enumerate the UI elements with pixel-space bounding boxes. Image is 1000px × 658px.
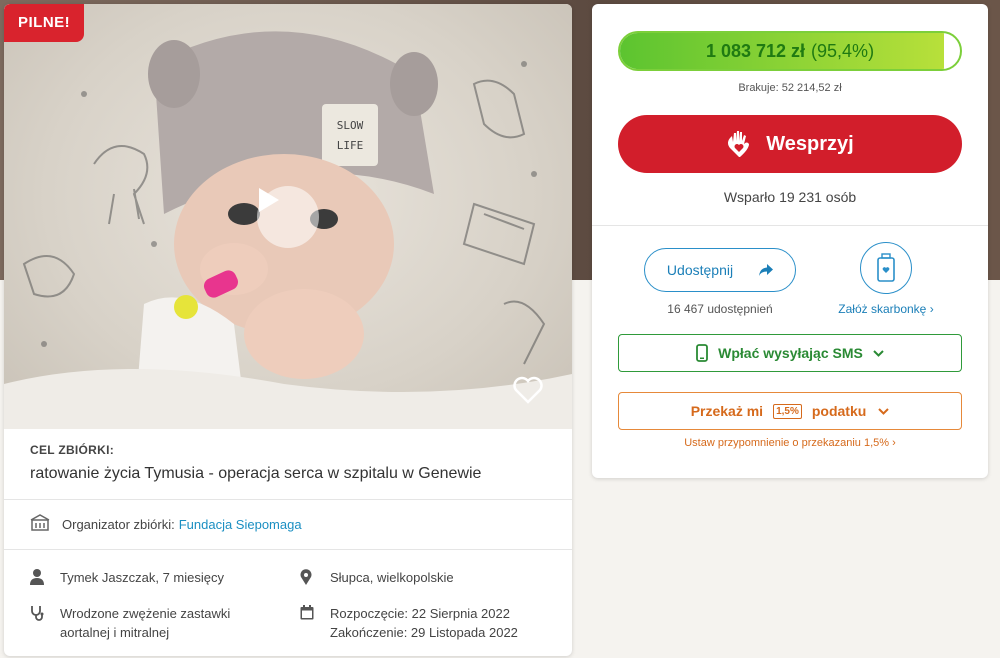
share-button[interactable]: Udostępnij xyxy=(644,248,796,292)
chevron-right-icon: › xyxy=(892,437,896,449)
diagnosis-line-1: Wrodzone zwężenie zastawki xyxy=(60,606,231,621)
raised-amount: 1 083 712 zł xyxy=(705,40,806,61)
urgent-badge: PILNE! xyxy=(4,4,85,42)
stethoscope-icon xyxy=(30,605,48,626)
organizer-label: Organizator zbiórki: xyxy=(62,517,175,532)
supporters-count: Wsparło 19 231 osób xyxy=(723,189,857,205)
sms-label: Wpłać wysyłając SMS xyxy=(718,345,863,361)
tax-reminder-link[interactable]: Ustaw przypomnienie o przekazaniu 1,5% › xyxy=(592,437,988,449)
campaign-goal: CEL ZBIÓRKI: ratowanie życia Tymusia - o… xyxy=(4,429,572,500)
calendar-icon xyxy=(300,605,318,625)
campaign-card: SLOW LIFE PILNE! CEL ZBIÓRKI: ratowanie … xyxy=(4,4,572,656)
campaign-details: Tymek Jaszczak, 7 miesięcy Słupca, wielk… xyxy=(4,550,572,642)
phone-icon xyxy=(696,344,709,362)
campaign-photo[interactable]: SLOW LIFE PILNE! xyxy=(4,4,572,429)
diagnosis-line-2: aortalnej i mitralnej xyxy=(60,625,170,640)
detail-dates: Rozpoczęcie: 22 Sierpnia 2022 Zakończeni… xyxy=(300,604,570,642)
organizer-link[interactable]: Fundacja Siepomaga xyxy=(179,517,302,532)
start-date: Rozpoczęcie: 22 Sierpnia 2022 xyxy=(330,606,510,621)
create-piggy-bank-link[interactable]: Załóż skarbonkę › xyxy=(830,302,942,316)
chevron-down-icon xyxy=(873,349,884,357)
heart-icon xyxy=(513,376,543,404)
sms-donate-button[interactable]: Wpłać wysyłając SMS xyxy=(618,334,962,372)
goal-text: ratowanie życia Tymusia - operacja serca… xyxy=(30,465,482,482)
raised-percent: (95,4%) xyxy=(811,40,875,61)
piggy-bank-icon xyxy=(877,253,895,282)
progress-text: 1 083 712 zł (95,4%) xyxy=(620,33,960,69)
tax-percent-badge: 1,5% xyxy=(773,403,802,419)
donation-panel: 1 083 712 zł (95,4%) Brakuje: 52 214,52 … xyxy=(592,4,988,478)
piggy-bank-button[interactable] xyxy=(860,242,912,294)
person-text: Tymek Jaszczak, 7 miesięcy xyxy=(60,570,224,585)
organizer-row: Organizator zbiórki: Fundacja Siepomaga xyxy=(4,500,572,550)
share-label: Udostępnij xyxy=(666,262,734,278)
support-button[interactable]: Wesprzyj xyxy=(618,115,962,173)
tax-label-pre: Przekaż mi xyxy=(690,403,764,419)
funding-progress-bar: 1 083 712 zł (95,4%) xyxy=(618,31,962,71)
reminder-label: Ustaw przypomnienie o przekazaniu 1,5% xyxy=(684,437,890,449)
chevron-right-icon: › xyxy=(929,302,934,316)
person-icon xyxy=(30,569,48,590)
piggy-link-label: Załóż skarbonkę xyxy=(838,302,927,316)
play-video-button[interactable] xyxy=(257,186,319,248)
svg-text:SLOW: SLOW xyxy=(337,119,364,132)
tax-label-post: podatku xyxy=(811,403,867,419)
location-pin-icon xyxy=(300,569,318,590)
play-icon xyxy=(259,188,279,212)
share-arrow-icon xyxy=(759,264,774,276)
hand-heart-icon xyxy=(726,130,752,158)
support-label: Wesprzyj xyxy=(766,132,854,155)
divider xyxy=(592,225,988,226)
detail-person: Tymek Jaszczak, 7 miesięcy xyxy=(30,568,300,590)
location-text: Słupca, wielkopolskie xyxy=(330,570,454,585)
favorite-button[interactable] xyxy=(512,374,544,406)
missing-amount: Brakuje: 52 214,52 zł xyxy=(738,82,842,94)
detail-location: Słupca, wielkopolskie xyxy=(300,568,570,590)
end-date: Zakończenie: 29 Listopada 2022 xyxy=(330,625,518,640)
svg-text:LIFE: LIFE xyxy=(337,139,364,152)
goal-label: CEL ZBIÓRKI: xyxy=(30,443,115,457)
share-count: 16 467 udostępnień xyxy=(667,302,773,316)
chevron-down-icon xyxy=(878,407,890,415)
detail-diagnosis: Wrodzone zwężenie zastawki aortalnej i m… xyxy=(30,604,300,642)
tax-donate-button[interactable]: Przekaż mi 1,5% podatku xyxy=(618,392,962,430)
organizer-icon xyxy=(30,514,52,535)
